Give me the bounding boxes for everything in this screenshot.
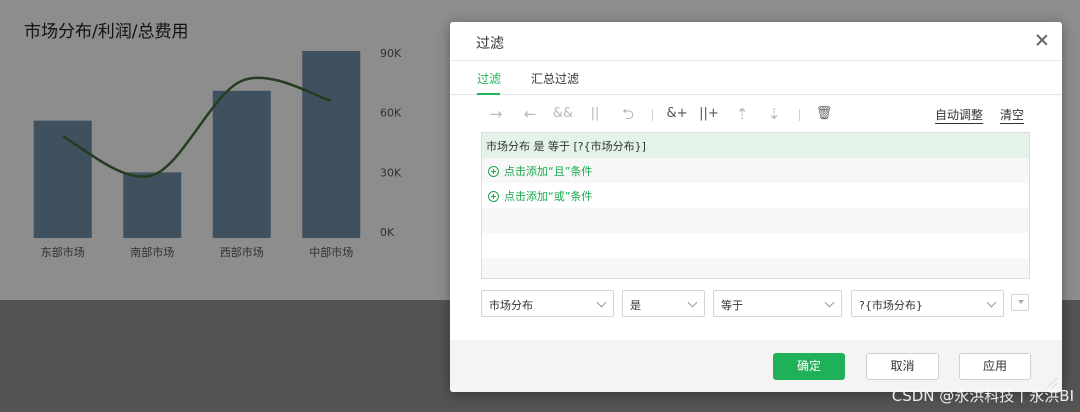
header-divider [450,60,1062,61]
operator-select-value: 是 [630,299,641,312]
comparison-select[interactable]: 等于 [713,290,842,317]
tab-filter[interactable]: 过滤 [477,70,501,87]
filter-dialog: 过滤 过滤 汇总过滤 → ← && || ⮌ &+ ||+ ⇡ ⇣ 🗑 自动调整… [450,22,1062,392]
condition-row[interactable]: 市场分布 是 等于 [?{市场分布}] [482,133,1029,158]
ok-button[interactable]: 确定 [773,353,845,380]
add-and-icon[interactable]: &+ [666,102,688,126]
list-item [482,233,1029,258]
tabs-divider [450,94,1062,95]
operator-select[interactable]: 是 [622,290,705,317]
move-up-icon[interactable]: ⇡ [732,102,752,126]
list-item [482,258,1029,278]
add-or-label: 点击添加“或”条件 [504,190,593,203]
plus-circle-icon [488,165,499,177]
chevron-down-icon [596,297,607,308]
toolbar-separator [799,109,800,121]
close-icon[interactable] [1034,32,1050,48]
chevron-down-icon [824,297,835,308]
value-select[interactable]: ?{市场分布} [851,290,1004,317]
trash-icon[interactable]: 🗑 [814,102,834,126]
add-and-label: 点击添加“且”条件 [504,165,593,178]
arrow-left-icon[interactable]: ← [520,102,540,126]
cancel-button[interactable]: 取消 [866,353,939,380]
value-options-button[interactable] [1011,294,1029,311]
or-icon[interactable]: || [587,102,603,126]
swap-icon[interactable]: ⮌ [618,102,638,126]
active-tab-indicator [477,93,500,95]
add-and-condition-link[interactable]: 点击添加“且”条件 [488,163,592,179]
watermark-text: CSDN @永洪科技丨永洪BI [891,387,1074,405]
move-down-icon[interactable]: ⇣ [764,102,784,126]
apply-button[interactable]: 应用 [959,353,1031,380]
arrow-right-icon[interactable]: → [486,102,506,126]
condition-list: 市场分布 是 等于 [?{市场分布}] 点击添加“且”条件 点击添加“或”条件 [481,132,1030,279]
comparison-select-value: 等于 [721,299,743,312]
add-or-condition-link[interactable]: 点击添加“或”条件 [488,188,592,204]
plus-circle-icon [488,190,499,202]
and-icon[interactable]: && [551,102,575,126]
add-or-icon[interactable]: ||+ [698,102,720,126]
field-select[interactable]: 市场分布 [481,290,614,317]
value-select-value: ?{市场分布} [859,299,923,312]
dialog-title: 过滤 [476,36,504,52]
list-item: 点击添加“或”条件 [482,183,1029,208]
condition-text: 市场分布 是 等于 [?{市场分布}] [486,140,646,153]
list-item [482,208,1029,233]
chevron-down-icon [986,297,997,308]
list-item: 点击添加“且”条件 [482,158,1029,183]
toolbar-separator [652,109,653,121]
field-select-value: 市场分布 [489,299,533,312]
chevron-down-icon [687,297,698,308]
clear-link[interactable]: 清空 [1000,108,1025,124]
tab-summary-filter[interactable]: 汇总过滤 [531,70,579,87]
auto-adjust-link[interactable]: 自动调整 [935,108,984,124]
